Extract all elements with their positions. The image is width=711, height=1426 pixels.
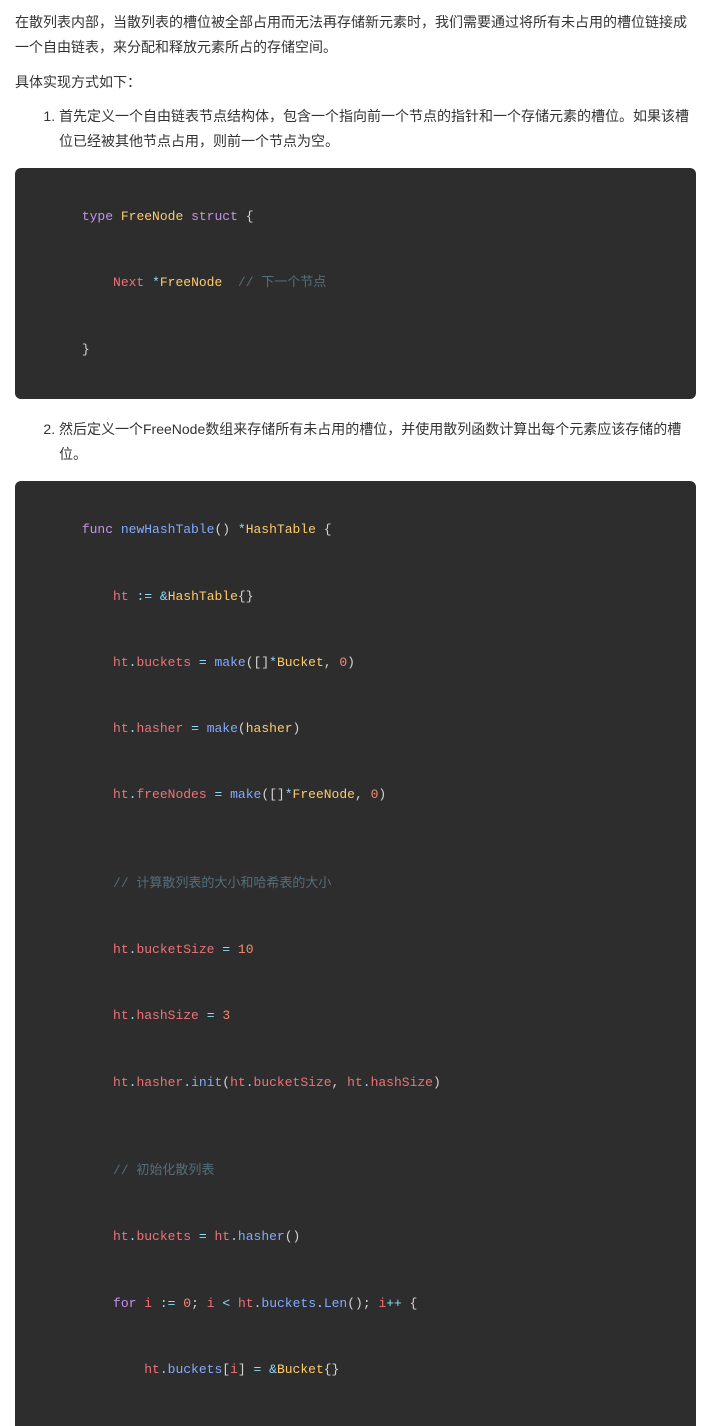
code-line: ht.buckets[i] = &Bucket{} [35,1337,676,1403]
code-line: ht.buckets = ht.hasher() [35,1204,676,1270]
code-line: for i := 0; i < ht.buckets.Len(); i++ { [35,1270,676,1336]
code-block-2: func newHashTable() *HashTable { ht := &… [15,481,696,1426]
section-title: 具体实现方式如下： [15,70,696,95]
steps-list-2: 然后定义一个FreeNode数组来存储所有未占用的槽位，并使用散列函数计算出每个… [19,417,696,467]
code-line: ht.hashSize = 3 [35,983,676,1049]
code-line [35,829,676,851]
code-line: } [35,1403,676,1426]
code-line: ht.hasher.init(ht.bucketSize, ht.hashSiz… [35,1050,676,1116]
list-item-2: 然后定义一个FreeNode数组来存储所有未占用的槽位，并使用散列函数计算出每个… [59,417,696,467]
intro-block: 在散列表内部，当散列表的槽位被全部占用而无法再存储新元素时，我们需要通过将所有未… [15,10,696,154]
code-line: ht := &HashTable{} [35,563,676,629]
code-line: ht.hasher = make(hasher) [35,696,676,762]
code-line: } [35,317,676,383]
code-line: Next *FreeNode // 下一个节点 [35,250,676,316]
page-content: 在散列表内部，当散列表的槽位被全部占用而无法再存储新元素时，我们需要通过将所有未… [0,0,711,1426]
list-item-1-text: 首先定义一个自由链表节点结构体，包含一个指向前一个节点的指针和一个存储元素的槽位… [59,108,689,149]
steps-list: 首先定义一个自由链表节点结构体，包含一个指向前一个节点的指针和一个存储元素的槽位… [19,104,696,154]
code-line: type FreeNode struct { [35,184,676,250]
code-line: ht.bucketSize = 10 [35,917,676,983]
code-line: func newHashTable() *HashTable { [35,497,676,563]
code-block-1: type FreeNode struct { Next *FreeNode //… [15,168,696,399]
code-line: // 计算散列表的大小和哈希表的大小 [35,851,676,917]
list-item-2-text: 然后定义一个FreeNode数组来存储所有未占用的槽位，并使用散列函数计算出每个… [59,421,681,462]
code-line: ht.buckets = make([]*Bucket, 0) [35,630,676,696]
code-line: ht.freeNodes = make([]*FreeNode, 0) [35,762,676,828]
intro-paragraph: 在散列表内部，当散列表的槽位被全部占用而无法再存储新元素时，我们需要通过将所有未… [15,10,696,60]
list-item-1: 首先定义一个自由链表节点结构体，包含一个指向前一个节点的指针和一个存储元素的槽位… [59,104,696,154]
step2-block: 然后定义一个FreeNode数组来存储所有未占用的槽位，并使用散列函数计算出每个… [15,417,696,467]
code-line [35,1116,676,1138]
code-line: // 初始化散列表 [35,1138,676,1204]
